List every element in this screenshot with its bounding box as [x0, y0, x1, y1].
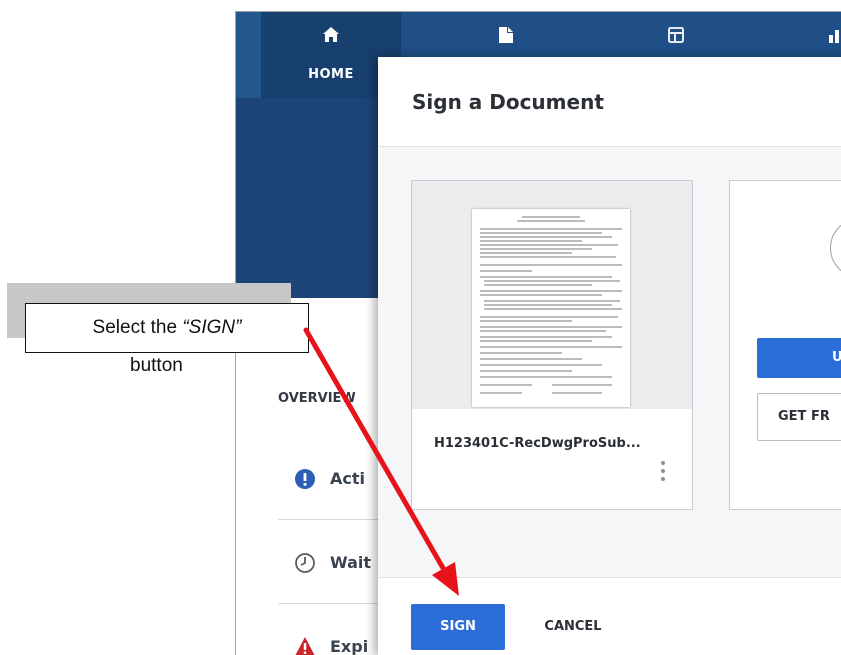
upload-button-label: U: [832, 350, 841, 365]
document-icon: [498, 26, 514, 48]
sign-button[interactable]: SIGN: [411, 604, 505, 650]
callout-prefix: Select the: [92, 317, 183, 338]
document-card[interactable]: H123401C-RecDwgProSub...: [411, 180, 693, 510]
upload-circle-icon: [830, 218, 841, 278]
divider: [278, 603, 388, 604]
sign-document-dialog: Sign a Document H123401C-RecDwgProSub...…: [378, 57, 841, 655]
callout-text-line2: button: [130, 355, 183, 376]
callout-text: Select the “SIGN”: [25, 303, 309, 353]
expiring-label: Expi: [330, 637, 369, 655]
get-from-button[interactable]: GET FR: [757, 393, 841, 441]
document-page-preview: [472, 209, 630, 407]
upload-button[interactable]: U: [757, 338, 841, 378]
callout-emphasis: “SIGN”: [182, 317, 242, 338]
more-options-icon[interactable]: [659, 461, 667, 489]
app-window: HOME OVERVIEW Acti Wait Expi Sign a Docu…: [235, 11, 841, 655]
get-from-button-label: GET FR: [778, 409, 830, 424]
action-required-label: Acti: [330, 469, 365, 488]
divider: [278, 519, 388, 520]
home-icon: [322, 26, 340, 48]
cancel-button[interactable]: CANCEL: [528, 604, 618, 650]
divider: [378, 577, 841, 578]
document-name: H123401C-RecDwgProSub...: [434, 436, 641, 451]
exclamation-icon: [294, 468, 316, 494]
nav-edge: [236, 12, 261, 98]
warning-icon: [294, 636, 316, 655]
clock-icon: [294, 552, 316, 578]
document-thumbnail: [412, 181, 692, 409]
dialog-title: Sign a Document: [412, 90, 604, 114]
overview-heading: OVERVIEW: [278, 391, 356, 406]
bar-chart-icon: [827, 26, 841, 48]
template-icon: [667, 26, 685, 48]
waiting-label: Wait: [330, 553, 372, 572]
